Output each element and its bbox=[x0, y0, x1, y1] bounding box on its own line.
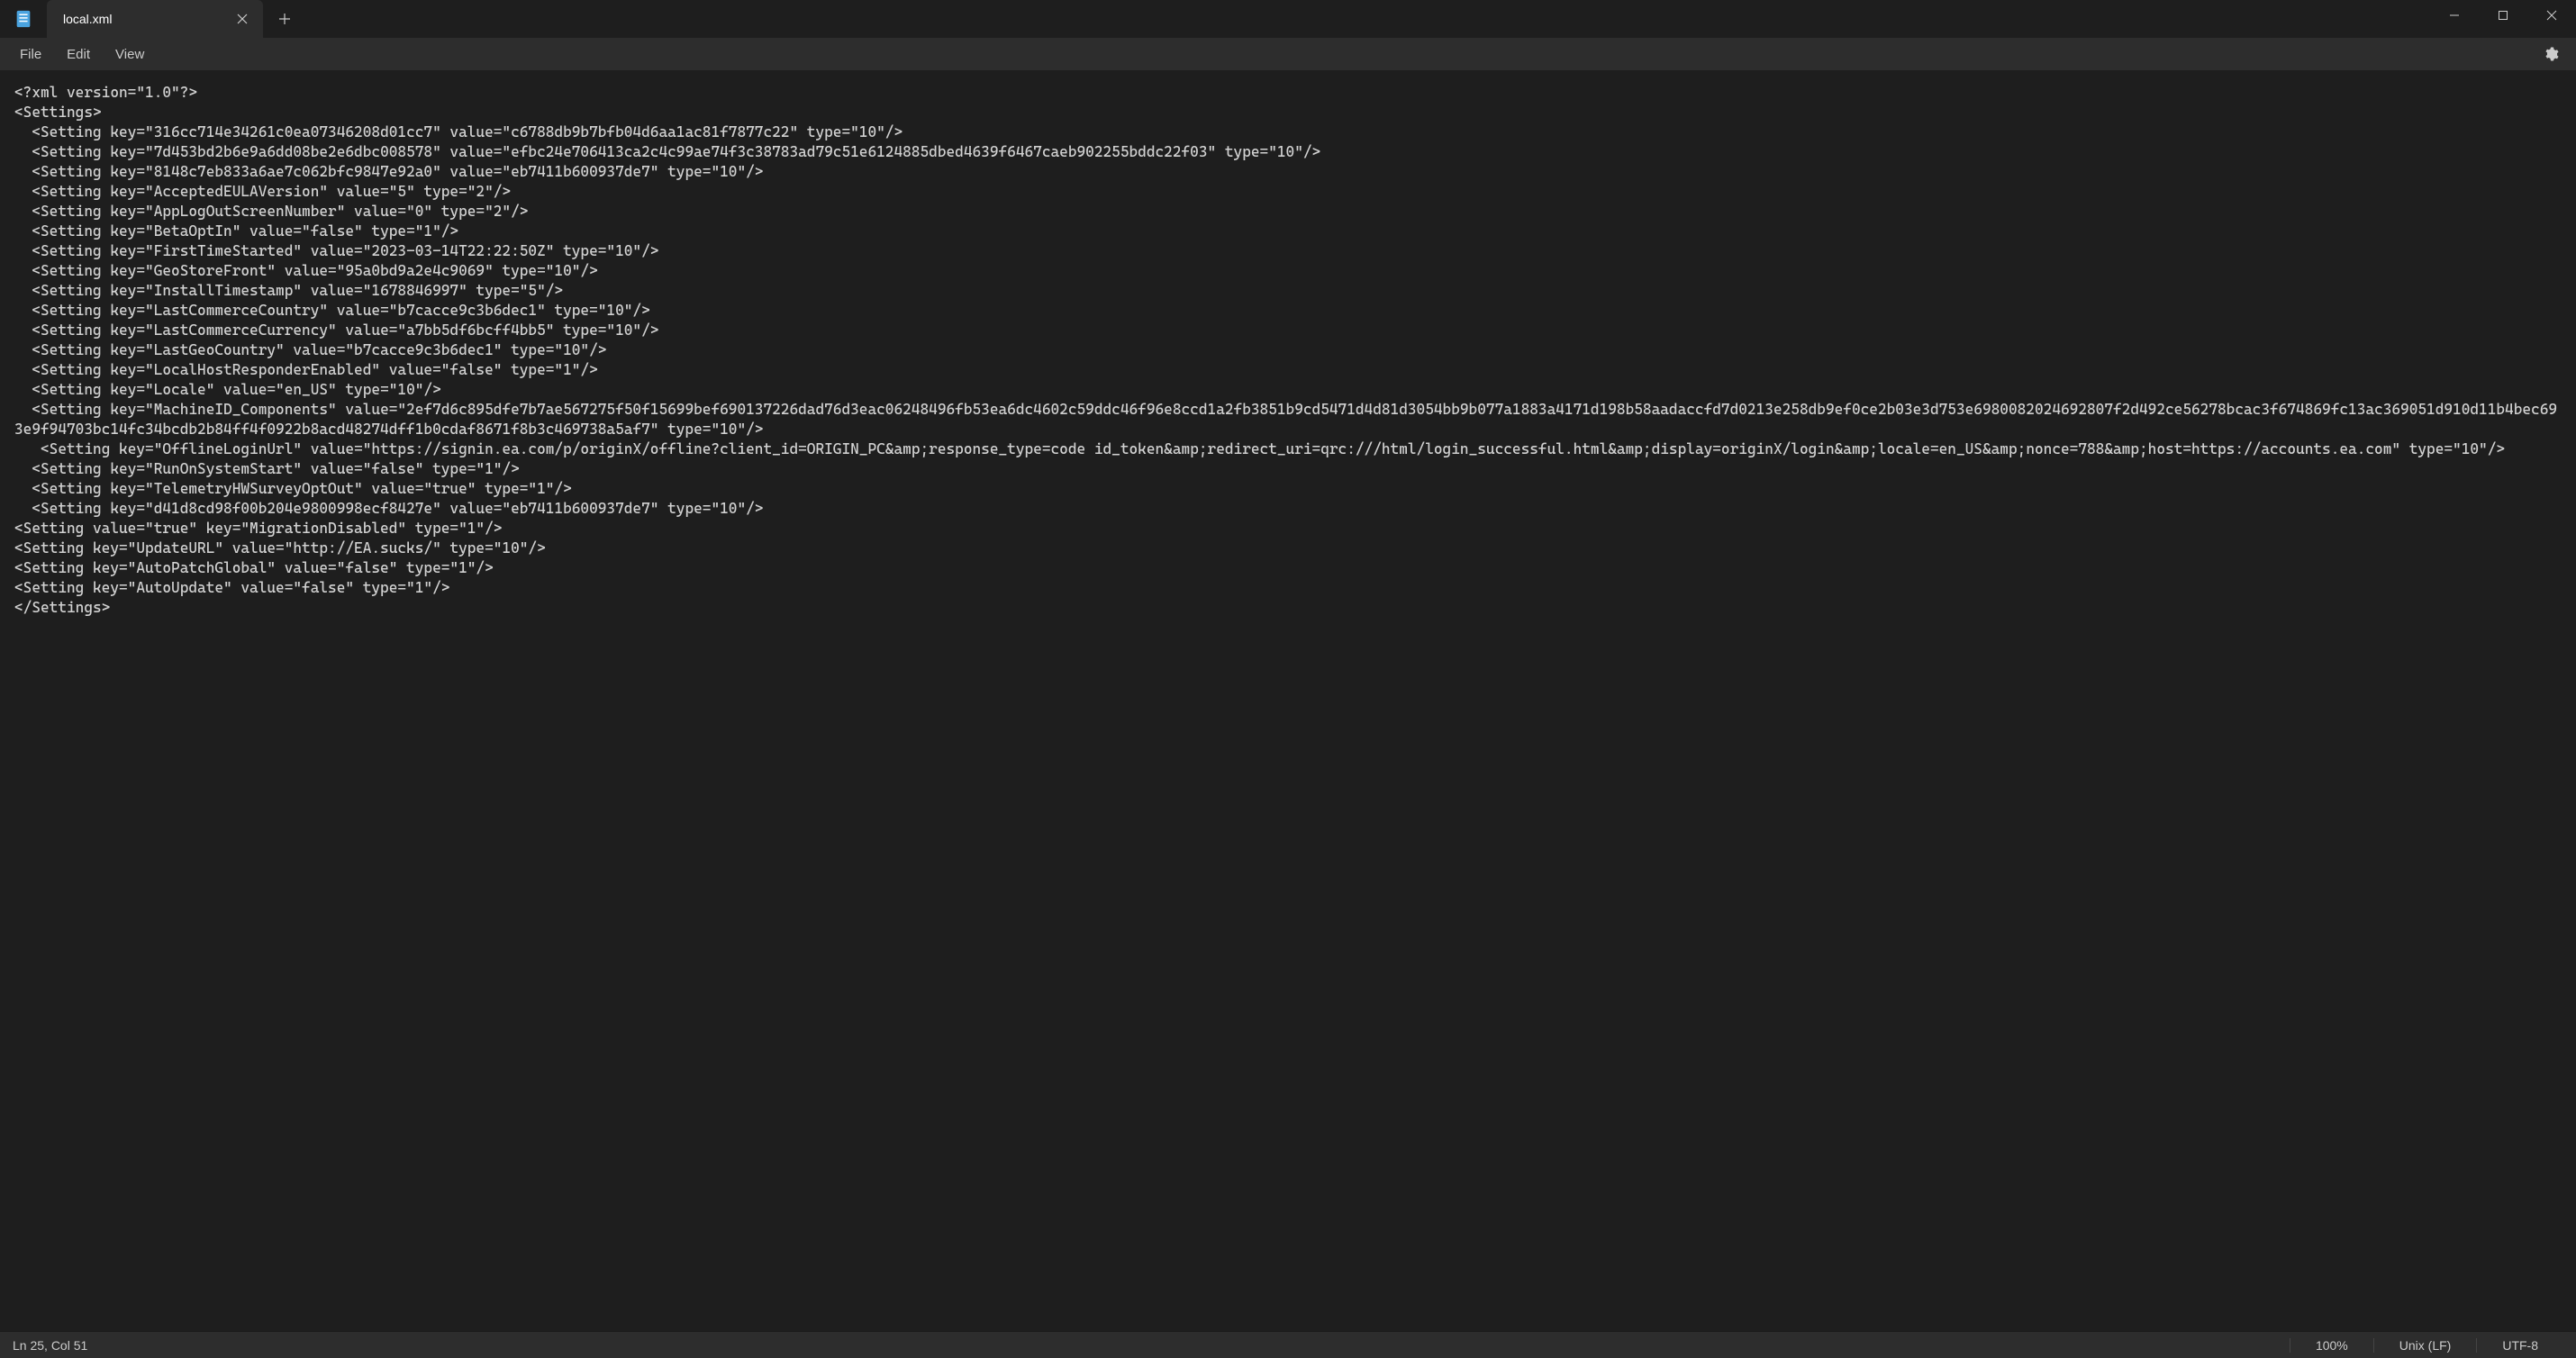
status-encoding[interactable]: UTF-8 bbox=[2476, 1338, 2563, 1353]
close-button[interactable] bbox=[2527, 0, 2576, 31]
gear-icon bbox=[2543, 46, 2559, 62]
status-cursor-position[interactable]: Ln 25, Col 51 bbox=[13, 1338, 2290, 1353]
editor-area[interactable]: <?xml version="1.0"?> <Settings> <Settin… bbox=[0, 70, 2576, 1331]
tab-active[interactable]: local.xml bbox=[47, 0, 263, 38]
settings-button[interactable] bbox=[2536, 40, 2565, 68]
statusbar: Ln 25, Col 51 100% Unix (LF) UTF-8 bbox=[0, 1331, 2576, 1358]
new-tab-button[interactable] bbox=[268, 3, 301, 35]
status-zoom[interactable]: 100% bbox=[2290, 1338, 2373, 1353]
editor-content[interactable]: <?xml version="1.0"?> <Settings> <Settin… bbox=[14, 83, 2562, 618]
window-controls bbox=[2430, 0, 2576, 38]
maximize-button[interactable] bbox=[2479, 0, 2527, 31]
window: local.xml File Edit View bbox=[0, 0, 2576, 1358]
app-icon bbox=[9, 5, 38, 33]
minimize-button[interactable] bbox=[2430, 0, 2479, 31]
status-eol[interactable]: Unix (LF) bbox=[2373, 1338, 2477, 1353]
menubar: File Edit View bbox=[0, 38, 2576, 70]
menu-view[interactable]: View bbox=[103, 41, 157, 68]
tab-close-button[interactable] bbox=[234, 11, 250, 27]
menu-file[interactable]: File bbox=[7, 41, 54, 68]
titlebar: local.xml bbox=[0, 0, 2576, 38]
tab-title: local.xml bbox=[63, 12, 112, 26]
menu-edit[interactable]: Edit bbox=[54, 41, 103, 68]
